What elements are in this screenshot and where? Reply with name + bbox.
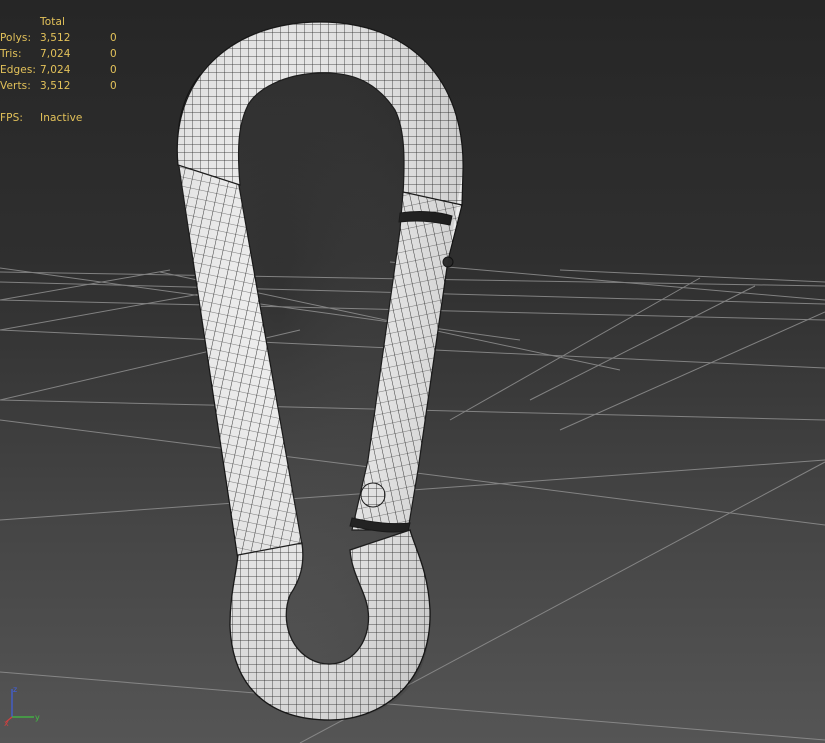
stats-label: Polys: <box>0 32 32 44</box>
x-axis-label: x <box>4 719 9 726</box>
stats-selected-value: 0 <box>110 48 117 60</box>
stats-row-polys: Polys: 3,512 0 <box>0 30 130 46</box>
z-axis-label: z <box>13 685 17 694</box>
stats-row-verts: Verts: 3,512 0 <box>0 78 130 94</box>
stats-total-value: 3,512 <box>40 32 71 44</box>
fps-label: FPS: <box>0 112 23 124</box>
y-axis-label: y <box>35 713 40 722</box>
stats-total-value: 7,024 <box>40 64 71 76</box>
stats-selected-value: 0 <box>110 32 117 44</box>
stats-row-fps: FPS: Inactive <box>0 110 130 126</box>
carabiner-shading <box>177 22 464 720</box>
stats-label: Verts: <box>0 80 31 92</box>
viewport-statistics-panel: Total Polys: 3,512 0 Tris: 7,024 0 Edges… <box>0 14 130 126</box>
stats-header-row: Total <box>0 14 130 30</box>
stats-row-tris: Tris: 7,024 0 <box>0 46 130 62</box>
stats-total-value: 7,024 <box>40 48 71 60</box>
stats-spacer <box>0 94 130 110</box>
stats-row-edges: Edges: 7,024 0 <box>0 62 130 78</box>
axis-tripod-icon: z y x <box>4 685 40 726</box>
stats-selected-value: 0 <box>110 64 117 76</box>
stats-label: Edges: <box>0 64 37 76</box>
stats-total-value: 3,512 <box>40 80 71 92</box>
perspective-viewport[interactable]: Total Polys: 3,512 0 Tris: 7,024 0 Edges… <box>0 0 825 743</box>
carabiner-model[interactable] <box>176 21 464 721</box>
stats-label: Tris: <box>0 48 22 60</box>
fps-value: Inactive <box>40 112 83 124</box>
stats-selected-value: 0 <box>110 80 117 92</box>
stats-total-header: Total <box>40 16 66 28</box>
